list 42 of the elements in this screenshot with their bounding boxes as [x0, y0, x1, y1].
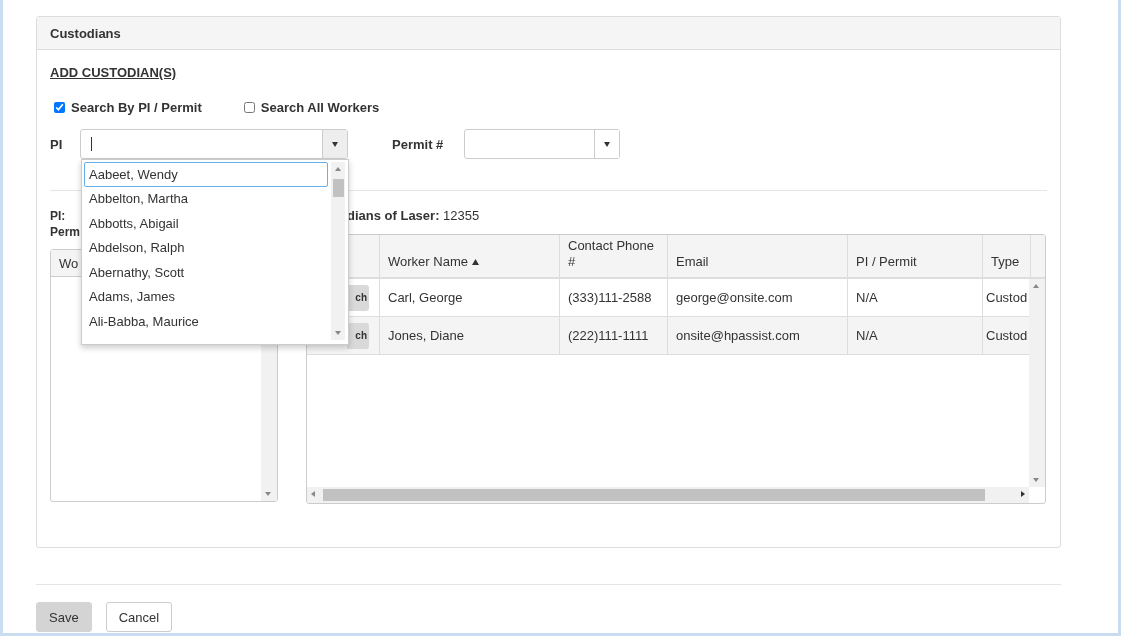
- permit-combobox[interactable]: [464, 129, 620, 159]
- column-header[interactable]: Type: [983, 235, 1031, 277]
- table-cell: onsite@hpassist.com: [668, 317, 848, 354]
- panel-title: Custodians: [37, 17, 1060, 50]
- dropdown-option[interactable]: Abbotts, Abigail: [84, 211, 328, 236]
- dropdown-option[interactable]: Abbelton, Martha: [84, 186, 328, 211]
- caret-icon: [332, 141, 338, 147]
- table-cell: Jones, Diane: [380, 317, 560, 354]
- dropdown-option[interactable]: Adams, James: [84, 284, 328, 309]
- scrollbar[interactable]: [331, 162, 345, 340]
- info-label: Perm: [50, 224, 81, 240]
- column-header[interactable]: Worker Name: [380, 235, 560, 277]
- save-button[interactable]: Save: [36, 602, 92, 632]
- caret-icon: [604, 141, 610, 147]
- field-label: Permit #: [392, 136, 445, 152]
- add-custodian-link[interactable]: ADD CUSTODIAN(S): [50, 65, 177, 80]
- row-button[interactable]: ch: [347, 284, 369, 311]
- scrollbar[interactable]: [1029, 279, 1045, 487]
- dropdown-option[interactable]: Aabeet, Wendy: [84, 162, 328, 187]
- table-cell: george@onsite.com: [668, 279, 848, 316]
- table-cell: N/A: [848, 317, 983, 354]
- dropdown-option[interactable]: Ali-Babba, Maurice: [84, 309, 328, 334]
- checkbox-label: Search All Workers: [260, 100, 380, 115]
- column-header[interactable]: PI / Permit: [848, 235, 983, 277]
- info-label: PI:: [50, 208, 66, 224]
- checkbox[interactable]: [243, 102, 255, 113]
- checkbox[interactable]: [54, 102, 65, 113]
- field-label: PI: [50, 136, 64, 152]
- row-button[interactable]: ch: [347, 322, 369, 349]
- column-header[interactable]: Email: [668, 235, 848, 277]
- table-cell: Carl, George: [380, 279, 560, 316]
- column-header[interactable]: Contact Phone #: [560, 235, 668, 277]
- dropdown-option[interactable]: Abernathy, Scott: [84, 260, 328, 285]
- dropdown-option[interactable]: Abdelson, Ralph: [84, 235, 328, 260]
- checkbox-label: Search By PI / Permit: [71, 100, 202, 115]
- scrollbar[interactable]: [307, 487, 1029, 503]
- table-cell: (333)111-2588: [560, 279, 668, 316]
- table-cell: N/A: [848, 279, 983, 316]
- cancel-button[interactable]: Cancel: [105, 602, 173, 632]
- text-cursor: [91, 137, 92, 151]
- table-heading: dians of Laser: 12355: [346, 208, 481, 224]
- table-cell: (222)111-1111: [560, 317, 668, 354]
